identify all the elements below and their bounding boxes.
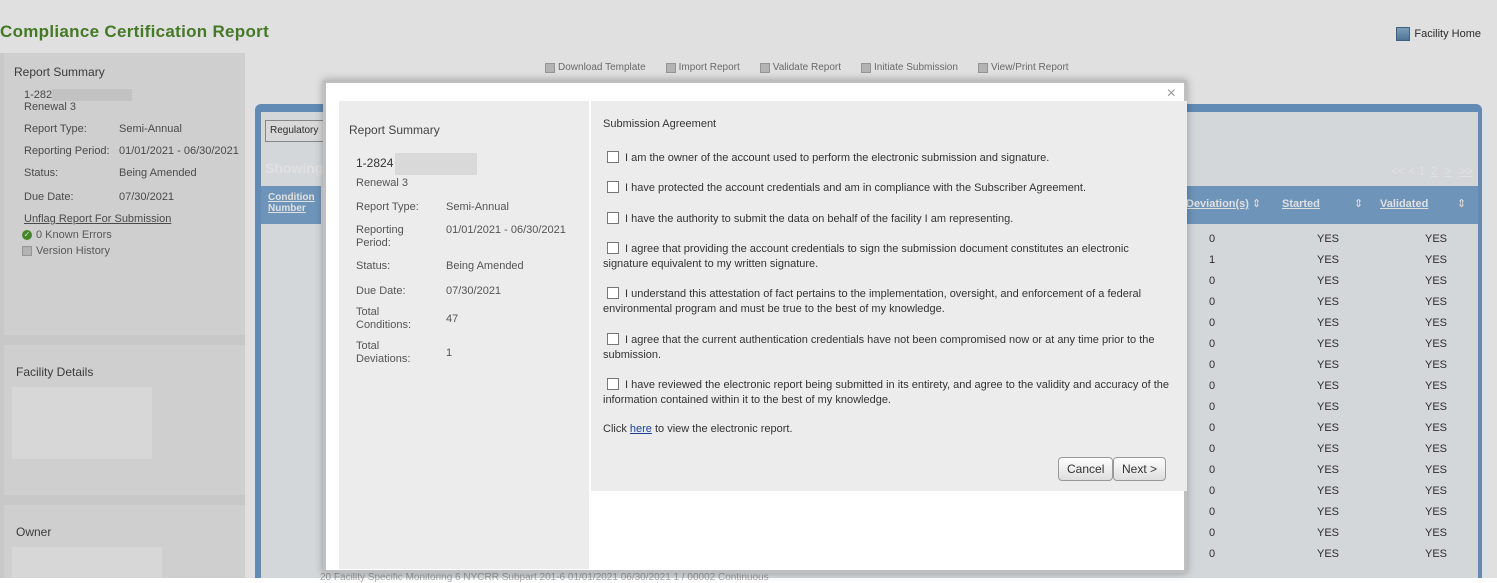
agreement-item: I have reviewed the electronic report be… [603, 378, 1173, 408]
cancel-button[interactable]: Cancel [1058, 457, 1114, 481]
agreement-item: I agree that providing the account crede… [603, 242, 1173, 272]
dialog-summary-row: Report Type: Semi-Annual [356, 201, 589, 214]
dialog-row-value: 47 [446, 312, 459, 325]
agreement-checkbox[interactable] [607, 151, 619, 163]
view-report-link[interactable]: here [630, 423, 652, 435]
agreement-text: I have reviewed the electronic report be… [603, 379, 1169, 406]
dialog-row-value: Being Amended [446, 260, 524, 272]
dialog-summary-row: Total Conditions: 47 [356, 306, 589, 332]
dialog-renewal: Renewal 3 [356, 177, 408, 189]
dialog-report-id-row: 1-2824 [356, 153, 589, 175]
agreement-text: I agree that the current authentication … [603, 334, 1155, 361]
agreement-text: I understand this attestation of fact pe… [603, 288, 1142, 315]
dialog-row-label: Total Deviations: [356, 340, 411, 365]
dialog-summary-row: Total Deviations: 1 [356, 340, 589, 366]
agreement-checkbox[interactable] [607, 378, 619, 390]
dialog-row-value: Semi-Annual [446, 201, 509, 213]
agreement-checkbox[interactable] [607, 242, 619, 254]
agreement-checkbox[interactable] [607, 212, 619, 224]
agreement-checkbox[interactable] [607, 181, 619, 193]
dialog-row-label: Reporting Period: [356, 224, 404, 249]
agreement-text: I am the owner of the account used to pe… [625, 152, 1050, 164]
agreement-item: I have protected the account credentials… [603, 181, 1173, 196]
dialog-row-label: Due Date: [356, 285, 406, 297]
agreement-checkbox[interactable] [607, 333, 619, 345]
dialog-row-value: 1 [446, 346, 453, 359]
submission-agreement-panel: Submission Agreement I am the owner of t… [591, 101, 1187, 491]
dialog-row-label: Report Type: [356, 201, 419, 213]
dialog-report-summary: Report Summary 1-2824 Renewal 3 Report T… [339, 101, 589, 569]
dialog-summary-row: Status: Being Amended [356, 260, 589, 273]
agreement-checkbox[interactable] [607, 287, 619, 299]
dialog-row-label: Status: [356, 260, 391, 272]
dialog-summary-row: Due Date: 07/30/2021 [356, 285, 589, 298]
agreement-item: I agree that the current authentication … [603, 333, 1173, 363]
agreement-text: I have protected the account credentials… [625, 182, 1087, 194]
agreement-title: Submission Agreement [603, 118, 717, 130]
view-report-line: Click here to view the electronic report… [603, 423, 793, 435]
agreement-item: I understand this attestation of fact pe… [603, 287, 1173, 317]
view-report-prefix: Click [603, 423, 630, 435]
dialog-report-id: 1-2824 [356, 156, 394, 171]
next-button[interactable]: Next > [1113, 457, 1167, 481]
agreement-item: I have the authority to submit the data … [603, 212, 1173, 227]
submission-dialog: × Report Summary 1-2824 Renewal 3 Report… [323, 80, 1187, 573]
redaction-block [395, 153, 478, 175]
dialog-summary-title: Report Summary [349, 123, 440, 137]
agreement-text: I have the authority to submit the data … [625, 213, 1014, 225]
dialog-summary-rows: 1-2824 Renewal 3 Report Type: Semi-Annua… [339, 153, 589, 366]
dialog-row-value: 07/30/2021 [446, 285, 502, 297]
view-report-suffix: to view the electronic report. [651, 423, 793, 435]
dialog-row-label: Total Conditions: [356, 306, 412, 331]
agreement-item: I am the owner of the account used to pe… [603, 151, 1173, 166]
dialog-row-value: 01/01/2021 - 06/30/2021 [446, 224, 566, 236]
agreement-text: I agree that providing the account crede… [603, 243, 1129, 270]
dialog-summary-row: Reporting Period: 01/01/2021 - 06/30/202… [356, 224, 589, 250]
